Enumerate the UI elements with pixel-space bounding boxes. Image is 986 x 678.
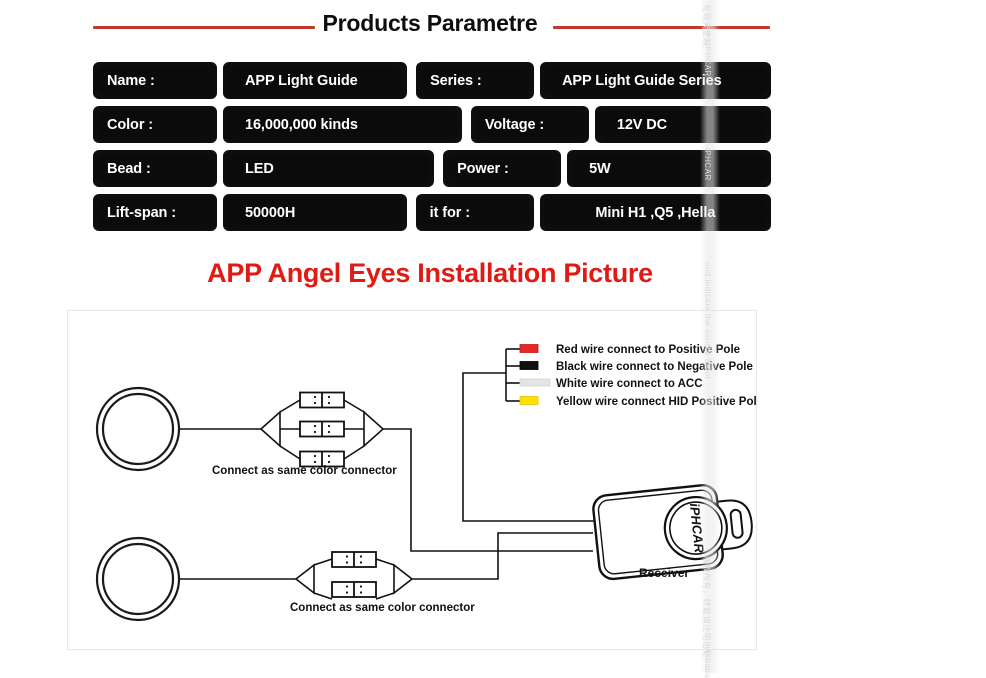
wire-route-bottom-to-receiver (412, 532, 593, 580)
spec-value-voltage: 12V DC (594, 106, 772, 143)
connector-caption-bottom: Connect as same color connector (290, 602, 475, 614)
spec-key-power: Power : (443, 150, 562, 187)
legend-swatch-white (519, 378, 551, 387)
column-gap (407, 194, 416, 231)
spec-value-name: APP Light Guide (223, 62, 408, 99)
legend-swatch-red (519, 344, 539, 353)
column-gap (407, 62, 416, 99)
legend-label-white: White wire connect to ACC (556, 378, 703, 390)
connector-block (331, 581, 377, 598)
spec-value-lifespan: 50000H (223, 194, 407, 231)
spec-key-color: Color : (93, 106, 217, 143)
page-header: Products Parametre (0, 10, 986, 46)
legend-swatch-yellow (519, 396, 539, 405)
table-row: Name : APP Light Guide Series : APP Ligh… (93, 62, 771, 99)
spec-key-series: Series : (416, 62, 535, 99)
spec-value-fitfor: Mini H1 ,Q5 ,Hella (539, 194, 772, 231)
legend-swatch-black (519, 361, 539, 370)
spec-key-lifespan: Lift-span : (93, 194, 217, 231)
spec-key-voltage: Voltage : (470, 106, 589, 143)
connector-block (299, 391, 345, 409)
receiver-caption: Receiver (639, 566, 689, 580)
spec-value-power: 5W (567, 150, 772, 187)
watermark-platform: Alibaba (703, 648, 712, 678)
spec-key-name: Name : (93, 62, 217, 99)
column-gap (462, 106, 471, 143)
connector-block (299, 420, 345, 438)
connector-block (331, 551, 377, 568)
legend-label-black: Black wire connect to Negative Pole (556, 361, 753, 373)
spec-value-series: APP Light Guide Series (540, 62, 771, 99)
connector-splitter-bottom (294, 551, 414, 600)
angel-eye-ring-bottom (95, 536, 181, 622)
table-row: Color : 16,000,000 kinds Voltage : 12V D… (93, 106, 772, 143)
legend-label-red: Red wire connect to Positive Pole (556, 344, 740, 356)
title-rule-right (553, 26, 770, 29)
spec-key-fitfor: it for : (415, 194, 534, 231)
spec-value-color: 16,000,000 kinds (223, 106, 462, 143)
spec-value-bead: LED (223, 150, 435, 187)
connector-caption-top: Connect as same color connector (212, 465, 397, 477)
page-title: Products Parametre (322, 10, 538, 36)
table-row: Bead : LED Power : 5W (93, 150, 772, 187)
table-row: Lift-span : 50000H it for : Mini H1 ,Q5 … (93, 194, 772, 231)
column-gap (434, 150, 443, 187)
spec-key-bead: Bead : (93, 150, 217, 187)
angel-eye-ring-top (95, 386, 181, 472)
installation-diagram-panel: Connect as same color connector Connect … (67, 310, 757, 650)
title-rule-left (93, 26, 315, 29)
section-heading-text: APP Angel Eyes Installation Picture (207, 258, 653, 288)
legend-label-yellow: Yellow wire connect HID Positive Pole (556, 396, 756, 408)
section-heading: APP Angel Eyes Installation Picture (0, 258, 986, 289)
wire-legend: Red wire connect to Positive Pole Black … (506, 344, 756, 408)
products-parameter-table: Name : APP Light Guide Series : APP Ligh… (93, 62, 772, 238)
connector-splitter-top (259, 391, 385, 468)
